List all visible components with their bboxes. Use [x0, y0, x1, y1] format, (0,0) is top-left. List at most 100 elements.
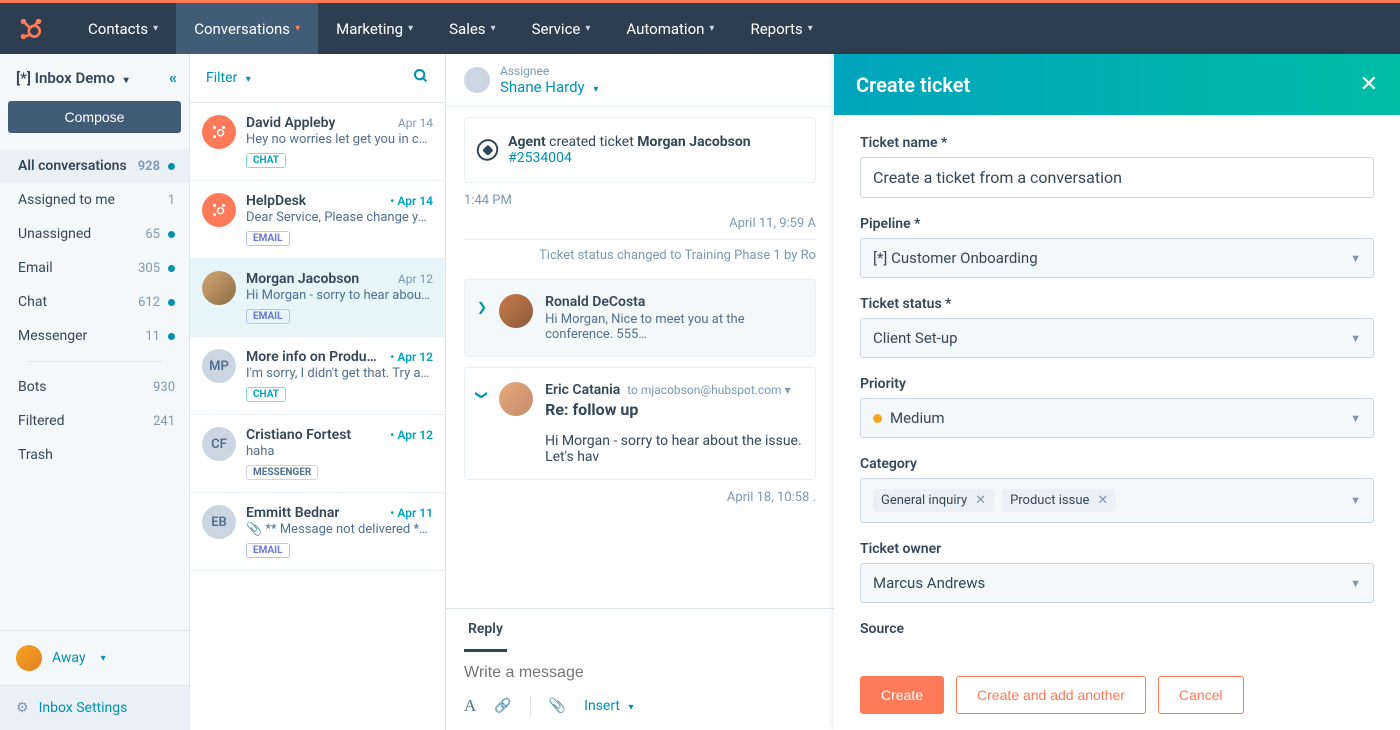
chevron-down-icon: ▾ [295, 23, 300, 34]
link-icon[interactable]: 🔗 [494, 698, 511, 714]
chevron-down-icon: ▼ [1350, 252, 1361, 265]
sidebar-item-filtered[interactable]: Filtered241 [0, 404, 189, 438]
sidebar: [*] Inbox Demo ▾ « Compose All conversat… [0, 54, 190, 730]
ticket-owner-select[interactable]: Marcus Andrews▼ [860, 563, 1374, 603]
sender-avatar-icon [499, 294, 533, 328]
ticket-status-select[interactable]: Client Set-up▼ [860, 318, 1374, 358]
reply-composer: Reply A 🔗 📎 Insert ▾ [446, 608, 834, 730]
date-separator: April 18, 10:58 . [464, 490, 816, 505]
chevron-down-icon: ▾ [593, 84, 598, 95]
chevron-down-icon: ▾ [808, 23, 813, 34]
hubspot-avatar-icon [202, 115, 236, 149]
create-button[interactable]: Create [860, 676, 944, 714]
ticket-status-label: Ticket status * [860, 296, 1374, 312]
inbox-settings-link[interactable]: ⚙ Inbox Settings [0, 685, 189, 730]
conversation-item[interactable]: Morgan JacobsonApr 12Hi Morgan - sorry t… [190, 259, 445, 337]
pipeline-select[interactable]: [*] Customer Onboarding▼ [860, 238, 1374, 278]
ticket-link[interactable]: #2534004 [508, 150, 572, 166]
category-select[interactable]: General inquiry ✕Product issue ✕ ▼ [860, 478, 1374, 523]
nav-sales[interactable]: Sales ▾ [431, 3, 513, 54]
status-change-note: Ticket status changed to Training Phase … [464, 239, 816, 279]
hubspot-logo-icon [18, 16, 44, 42]
create-ticket-panel: Create ticket ✕ Ticket name * Create a t… [834, 54, 1400, 730]
category-label: Category [860, 456, 1374, 472]
message-collapsed[interactable]: ❯ Ronald DeCosta Hi Morgan, Nice to meet… [464, 279, 816, 357]
hubspot-avatar-icon [202, 193, 236, 227]
message-body: Hi Morgan - sorry to hear about the issu… [545, 433, 803, 465]
attachment-icon[interactable]: 📎 [549, 698, 566, 714]
ticket-name-input[interactable]: Create a ticket from a conversation [860, 157, 1374, 198]
conversation-item[interactable]: David ApplebyApr 14Hey no worries let ge… [190, 103, 445, 181]
expand-icon[interactable]: ❯ [477, 300, 487, 314]
priority-dot-icon [873, 414, 882, 423]
thread-header: Assignee Shane Hardy ▾ [446, 54, 834, 107]
collapse-icon[interactable]: ❯ [475, 390, 489, 400]
top-nav: Contacts ▾Conversations ▾Marketing ▾Sale… [0, 0, 1400, 54]
message-sender: Eric Catania [545, 382, 620, 398]
priority-select[interactable]: Medium▼ [860, 398, 1374, 438]
assignee-label: Assignee [500, 64, 598, 78]
chevron-down-icon: ▾ [709, 23, 714, 34]
insert-dropdown[interactable]: Insert ▾ [584, 698, 633, 714]
presence-status[interactable]: Away ▾ [0, 631, 189, 685]
cancel-button[interactable]: Cancel [1158, 676, 1244, 714]
compose-button[interactable]: Compose [8, 101, 181, 133]
chevron-down-icon: ▾ [491, 23, 496, 34]
pipeline-label: Pipeline * [860, 216, 1374, 232]
sidebar-item-assigned-to-me[interactable]: Assigned to me1 [0, 183, 189, 217]
sidebar-views: All conversations928 Assigned to me1Unas… [0, 145, 189, 630]
nav-contacts[interactable]: Contacts ▾ [70, 3, 176, 54]
system-message: Agent created ticket Morgan Jacobson #25… [464, 117, 816, 183]
timestamp: 1:44 PM [464, 193, 816, 208]
filter-dropdown[interactable]: Filter ▾ [206, 70, 251, 86]
ticket-owner-label: Ticket owner [860, 541, 1374, 557]
conversation-item[interactable]: EBEmmitt BednarApr 11📎 ** Message not de… [190, 493, 445, 571]
message-recipient[interactable]: to mjacobson@hubspot.com ▾ [627, 383, 790, 397]
ticket-name-label: Ticket name * [860, 135, 1374, 151]
gear-icon: ⚙ [16, 700, 29, 716]
nav-conversations[interactable]: Conversations ▾ [176, 3, 318, 54]
sidebar-item-messenger[interactable]: Messenger11 [0, 319, 189, 353]
app-root: Contacts ▾Conversations ▾Marketing ▾Sale… [0, 0, 1400, 730]
font-icon[interactable]: A [464, 696, 476, 716]
contact-avatar-icon: EB [202, 505, 236, 539]
conversation-item[interactable]: MPMore info on Produ…Apr 12I'm sorry, I … [190, 337, 445, 415]
close-icon[interactable]: ✕ [1360, 72, 1378, 97]
ticket-icon [472, 135, 503, 166]
chevron-down-icon: ▼ [1350, 332, 1361, 345]
sidebar-item-chat[interactable]: Chat612 [0, 285, 189, 319]
message-expanded: ❯ Eric Catania to mjacobson@hubspot.com … [464, 367, 816, 480]
assignee-picker[interactable]: Shane Hardy ▾ [500, 78, 598, 96]
inbox-title[interactable]: [*] Inbox Demo [16, 69, 115, 87]
conversation-thread: Assignee Shane Hardy ▾ Agent created tic… [446, 54, 834, 730]
panel-title: Create ticket [856, 73, 970, 97]
chevron-down-icon: ▾ [246, 74, 251, 85]
assignee-avatar-icon [464, 67, 490, 93]
message-sender: Ronald DeCosta [545, 294, 803, 310]
message-preview: Hi Morgan, Nice to meet you at the confe… [545, 312, 803, 342]
conversation-item[interactable]: CFCristiano FortestApr 12hahaMESSENGER [190, 415, 445, 493]
composer-toolbar: A 🔗 📎 Insert ▾ [446, 682, 834, 730]
sidebar-item-email[interactable]: Email305 [0, 251, 189, 285]
message-subject: Re: follow up [545, 400, 803, 419]
nav-marketing[interactable]: Marketing ▾ [318, 3, 431, 54]
reply-tab[interactable]: Reply [464, 609, 507, 652]
search-icon[interactable] [413, 68, 429, 88]
sidebar-item-unassigned[interactable]: Unassigned65 [0, 217, 189, 251]
conversation-item[interactable]: HelpDeskApr 14Dear Service, Please chang… [190, 181, 445, 259]
remove-tag-icon[interactable]: ✕ [1097, 493, 1108, 508]
nav-automation[interactable]: Automation ▾ [608, 3, 732, 54]
sidebar-item-bots[interactable]: Bots930 [0, 370, 189, 404]
nav-service[interactable]: Service ▾ [514, 3, 609, 54]
chevron-down-icon: ▼ [1350, 412, 1361, 425]
chevron-down-icon: ▾ [124, 75, 129, 86]
sidebar-item-all-conversations[interactable]: All conversations928 [0, 149, 189, 183]
sidebar-item-trash[interactable]: Trash [0, 438, 189, 472]
category-tag: Product issue ✕ [1002, 489, 1116, 512]
collapse-sidebar-button[interactable]: « [169, 68, 177, 87]
message-input[interactable] [464, 664, 816, 682]
chevron-down-icon: ▾ [101, 653, 106, 664]
remove-tag-icon[interactable]: ✕ [975, 493, 986, 508]
nav-reports[interactable]: Reports ▾ [732, 3, 830, 54]
create-and-add-another-button[interactable]: Create and add another [956, 676, 1146, 714]
